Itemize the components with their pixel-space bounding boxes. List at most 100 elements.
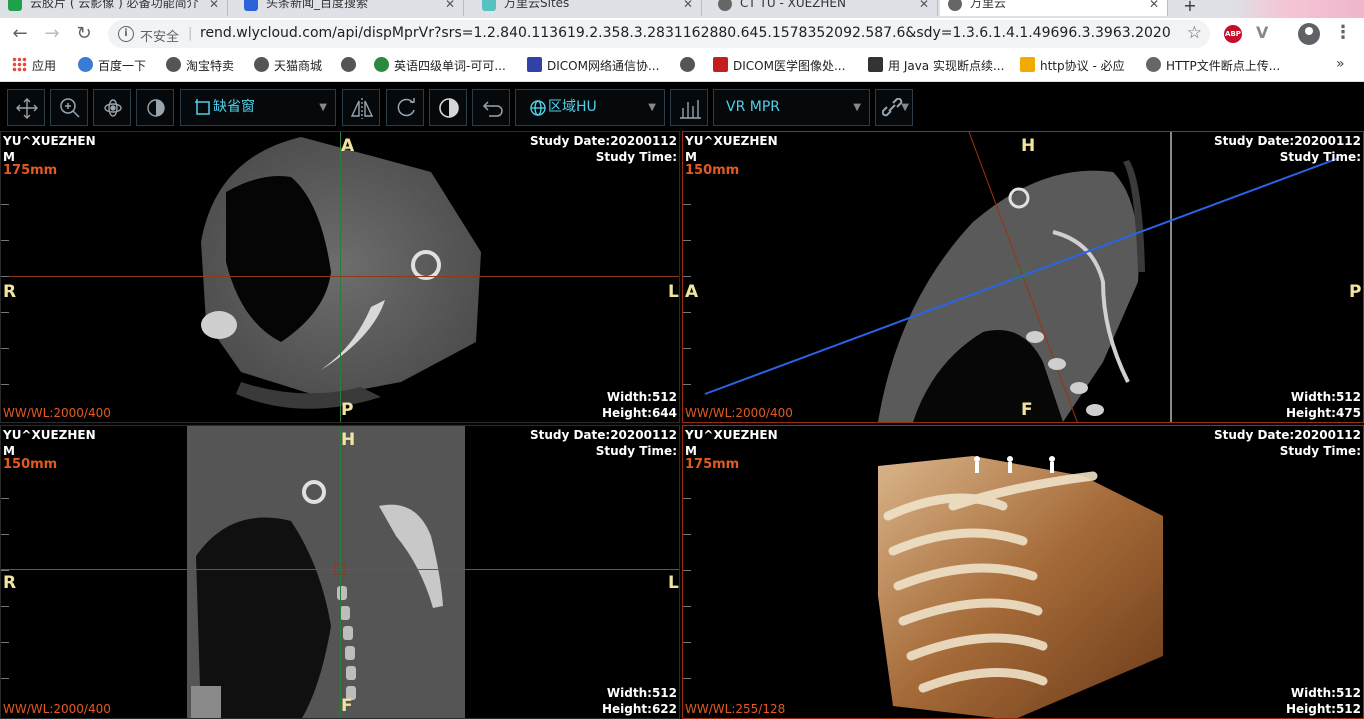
close-icon[interactable]: ✕ [919,0,929,13]
bookmark-item[interactable]: 淘宝特卖 [166,57,234,74]
window-level-button[interactable] [136,89,174,126]
close-icon[interactable]: ✕ [209,0,219,13]
bookmark-apps[interactable]: 应用 [12,57,56,74]
bookmark-item[interactable]: http协议 - 必应 [1020,57,1125,74]
reload-icon[interactable]: ↻ [72,22,96,46]
ruler-tick [1,240,9,241]
bookmark-item[interactable]: DICOM医学图像处... [713,57,845,74]
orientation-left: R [3,282,17,302]
bookmark-item[interactable]: 百度一下 [78,57,146,74]
address-bar[interactable]: i 不安全 | rend.wlycloud.com/api/dispMprVr?… [108,20,1210,48]
bookmark-label: 用 Java 实现断点续... [888,59,1005,73]
image-width: Width:512 [1290,686,1361,700]
new-tab-button[interactable]: + [1180,0,1200,16]
study-time: Study Time: [595,444,677,458]
hook-icon [1146,57,1161,72]
contrast-icon [147,99,165,117]
browser-tab[interactable]: 万里云Sites ✕ [474,0,702,16]
undo-button[interactable] [472,89,510,126]
browser-tab[interactable]: CT TU - XUEZHEN ✕ [710,0,938,16]
ruler-tick [1,348,9,349]
bookmark-label: 英语四级单词-可可... [394,59,506,73]
zoom-magnifier-icon [60,98,80,118]
globe-icon [341,57,356,72]
bookmark-item[interactable]: 英语四级单词-可可... [374,57,506,74]
sagittal-ct-image [704,132,1340,422]
pan-move-button[interactable] [7,89,45,126]
volume-render-viewport[interactable]: YU^XUEZHEN M 175mm Study Date:20200112 S… [682,425,1364,719]
window-level-readout: WW/WL:2000/400 [3,702,111,716]
mpr-viewer-app: 缺省窗 ▼ 区域HU ▼ VR MPR ▼ ▼ YU^XUEZHEN M 175… [0,83,1364,719]
url-text[interactable]: rend.wlycloud.com/api/dispMprVr?srs=1.2.… [200,25,1170,41]
orientation-top: H [1021,136,1036,156]
crosshair-horizontal-line[interactable] [1,569,679,570]
flip-button[interactable] [342,89,380,126]
profile-avatar-icon[interactable] [1298,23,1320,45]
close-icon[interactable]: ✕ [445,0,455,13]
window-preset-dropdown[interactable]: 缺省窗 ▼ [180,89,336,126]
sagittal-viewport[interactable]: YU^XUEZHEN M 150mm Study Date:20200112 S… [682,131,1364,423]
bookmark-item[interactable]: 用 Java 实现断点续... [868,57,1004,74]
volume-rendering-image [878,456,1163,718]
ruler-tick [683,534,691,535]
rotate-3d-button[interactable] [93,89,131,126]
mode-dropdown[interactable]: VR MPR ▼ [713,89,870,126]
flip-horizontal-icon [350,98,374,119]
bookmark-item[interactable]: HTTP文件断点上传... [1146,57,1280,74]
tab-favicon-icon [244,0,258,11]
ruler-tick [1,534,9,535]
orientation-bottom: F [1021,400,1033,420]
reset-rotation-button[interactable] [386,89,424,126]
crosshair-vertical-line[interactable] [340,426,341,718]
image-height: Height:512 [1285,702,1361,716]
bookmark-label: 天猫商城 [274,59,323,73]
orientation-left: R [3,573,17,593]
bookmark-label: DICOM医学图像处... [733,59,846,73]
link-dropdown[interactable]: ▼ [875,89,913,126]
study-time: Study Time: [1279,150,1361,164]
axial-viewport[interactable]: YU^XUEZHEN M 175mm Study Date:20200112 S… [0,131,680,423]
v-extension-icon[interactable]: V [1256,23,1268,42]
invert-icon [439,98,459,118]
baidu-paw-icon [78,57,93,72]
tab-title: 万里云Sites [504,0,570,10]
image-width: Width:512 [606,686,677,700]
region-hu-label: 区域HU [548,99,597,115]
region-hu-dropdown[interactable]: 区域HU ▼ [515,89,665,126]
ruler-tick [683,348,691,349]
bookmark-star-icon[interactable]: ☆ [1187,23,1202,43]
tab-title: 万里云 [970,0,1007,10]
chevron-down-icon: ▼ [853,102,861,113]
tabstrip-background [1230,0,1364,18]
bookmark-item[interactable]: 天猫商城 [254,57,322,74]
browser-tab[interactable]: 头条新闻_百度搜索 ✕ [236,0,464,16]
browser-tab-active[interactable]: 万里云 ✕ [940,0,1168,16]
bookmarks-overflow-button[interactable]: » [1336,56,1345,72]
close-icon[interactable]: ✕ [1149,0,1159,13]
orientation-bottom: P [341,400,354,420]
close-icon[interactable]: ✕ [683,0,693,13]
bing-icon [1020,57,1035,72]
browser-tab[interactable]: 云胶片 ( 云影像 ) 必备功能简介 ✕ [0,0,228,16]
zoom-button[interactable] [50,89,88,126]
bookmark-label: http协议 - 必应 [1040,59,1125,73]
kebab-menu-icon[interactable]: ⋮ [1334,22,1352,43]
info-icon[interactable]: i [118,26,134,42]
patient-sex: M [3,150,15,164]
security-label[interactable]: 不安全 [140,26,179,45]
patient-name: YU^XUEZHEN [3,134,96,148]
back-arrow-icon[interactable]: ← [8,22,32,46]
crosshair-vertical-line[interactable] [340,132,341,422]
coronal-viewport[interactable]: YU^XUEZHEN M 150mm Study Date:20200112 S… [0,425,680,719]
tab-favicon-icon [718,0,732,11]
bookmark-item[interactable]: DICOM网络通信协... [527,57,659,74]
crosshair-horizontal-line[interactable] [1,276,679,277]
study-time: Study Time: [595,150,677,164]
ruler-tick [1,384,9,385]
adblock-extension-icon[interactable]: ABP [1224,25,1242,43]
paw-icon [527,57,542,72]
forward-arrow-icon[interactable]: → [40,22,64,46]
invert-button[interactable] [429,89,467,126]
measure-button[interactable] [670,89,708,126]
scale-label: 150mm [3,457,58,472]
